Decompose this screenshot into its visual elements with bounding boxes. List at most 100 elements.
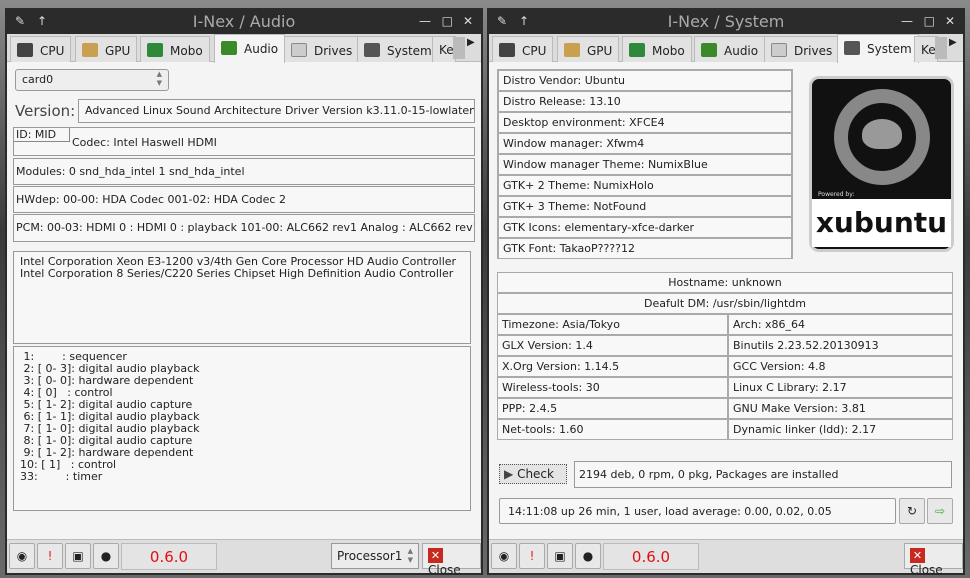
bug-report-button[interactable]: !: [519, 543, 545, 569]
detail-cell: GCC Version: 4.8: [728, 356, 953, 377]
cpu-icon: [17, 43, 33, 57]
tab-scroll-right[interactable]: ▶: [949, 37, 957, 48]
about-button[interactable]: ●: [93, 543, 119, 569]
card-value: card0: [22, 73, 54, 86]
tab-audio[interactable]: Audio: [214, 34, 286, 63]
modules: Modules: 0 snd_hda_intel 1 snd_hda_intel: [13, 158, 475, 185]
close-icon: ✕: [428, 548, 443, 563]
audio-icon: [701, 43, 717, 57]
tab-drives[interactable]: Drives: [764, 36, 840, 62]
titlebar[interactable]: ✎ ↑ I-Nex / System — □ ✕: [489, 10, 963, 34]
export-button[interactable]: ⇨: [927, 498, 953, 524]
tab-label: CPU: [522, 44, 547, 58]
tab-scroll-right[interactable]: ▶: [467, 37, 475, 48]
devices-text[interactable]: 1: : sequencer 2: [ 0- 3]: digital audio…: [13, 346, 471, 511]
tab-label: GPU: [105, 44, 131, 58]
tab-system[interactable]: System: [357, 36, 439, 62]
close-window-button[interactable]: ✕: [463, 14, 473, 28]
codec: Codec: Intel Haswell HDMI: [72, 136, 217, 149]
audio-icon: [221, 41, 237, 55]
tab-cpu[interactable]: CPU: [10, 36, 72, 62]
device-line: 33: : timer: [20, 470, 103, 483]
detail-cell: GNU Make Version: 3.81: [728, 398, 953, 419]
detail-cell: Arch: x86_64: [728, 314, 953, 335]
controllers-text[interactable]: Intel Corporation Xeon E3-1200 v3/4th Ge…: [13, 251, 471, 344]
info-row: Window manager: Xfwm4: [498, 133, 792, 154]
window-title: I-Nex / System: [667, 12, 785, 31]
logo-caption: Powered by:: [818, 191, 855, 198]
titlebar[interactable]: ✎ ↑ I-Nex / Audio — □ ✕: [7, 10, 481, 34]
drive-icon: [771, 43, 787, 57]
mouse-icon: [862, 119, 902, 149]
tab-cpu[interactable]: CPU: [492, 36, 554, 62]
minimize-button[interactable]: —: [419, 14, 431, 28]
info-row: Distro Release: 13.10: [498, 91, 792, 112]
about-button[interactable]: ●: [575, 543, 601, 569]
detail-cell: Timezone: Asia/Tokyo: [497, 314, 728, 335]
info-icon: [147, 43, 163, 57]
detail-cell: X.Org Version: 1.14.5: [497, 356, 728, 377]
tab-mobo[interactable]: Mobo: [140, 36, 210, 62]
tab-system[interactable]: System: [837, 34, 919, 63]
screenshot-button[interactable]: ▣: [547, 543, 573, 569]
card-select[interactable]: card0 ▲ ▼: [15, 69, 169, 91]
tab-label: Audio: [724, 44, 759, 58]
refresh-button[interactable]: ↻: [899, 498, 925, 524]
processor-select[interactable]: Processor1 ▲ ▼: [331, 543, 419, 569]
camera-button[interactable]: ◉: [9, 543, 35, 569]
detail-cell: Dynamic linker (ldd): 2.17: [728, 419, 953, 440]
tab-label: Mobo: [652, 44, 685, 58]
tab-bar: CPU GPU Mobo Audio Drives System Ke ▶: [489, 34, 963, 63]
info-icon: [629, 43, 645, 57]
tab-bar: CPU GPU Mobo Audio Drives System Ke ▶: [7, 34, 481, 63]
info-row: GTK+ 3 Theme: NotFound: [498, 196, 792, 217]
pcm: PCM: 00-03: HDMI 0 : HDMI 0 : playback 1…: [13, 214, 475, 242]
id-label: ID: MID: [14, 128, 70, 142]
detail-cell: Net-tools: 1.60: [497, 419, 728, 440]
tab-audio[interactable]: Audio: [694, 36, 766, 62]
camera-button[interactable]: ◉: [491, 543, 517, 569]
system-window: ✎ ↑ I-Nex / System — □ ✕ CPU GPU Mobo Au…: [487, 8, 965, 577]
tab-label: GPU: [587, 44, 613, 58]
tab-label: Drives: [794, 44, 833, 58]
tab-scroll-left[interactable]: [935, 37, 947, 59]
bug-report-button[interactable]: !: [37, 543, 63, 569]
minimize-button[interactable]: —: [901, 14, 913, 28]
screenshot-button[interactable]: ▣: [65, 543, 91, 569]
processor-value: Processor1: [337, 549, 403, 563]
tab-gpu[interactable]: GPU: [75, 36, 138, 62]
version-field: Advanced Linux Sound Architecture Driver…: [78, 99, 475, 123]
close-label: Close: [910, 563, 943, 577]
close-button[interactable]: ✕Close: [904, 543, 963, 577]
tab-label: Audio: [244, 42, 279, 56]
logo-text: xubuntu: [812, 199, 951, 247]
version-display: 0.6.0: [603, 543, 699, 570]
version-label: Version:: [15, 102, 76, 120]
controller-line: Intel Corporation 8 Series/C220 Series C…: [20, 267, 454, 280]
close-icon: ✕: [910, 548, 925, 563]
tab-label: Drives: [314, 44, 353, 58]
spin-arrows-icon: ▲ ▼: [156, 70, 162, 87]
close-button[interactable]: ✕Close: [422, 543, 481, 577]
id-codec-row: ID: MID Codec: Intel Haswell HDMI: [13, 127, 475, 156]
tab-label: CPU: [40, 44, 65, 58]
info-row: Window manager Theme: NumixBlue: [498, 154, 792, 175]
tab-drives[interactable]: Drives: [284, 36, 360, 62]
tab-mobo[interactable]: Mobo: [622, 36, 692, 62]
tab-scroll-left[interactable]: [453, 37, 465, 59]
gpu-icon: [82, 43, 98, 57]
tab-label: System: [867, 42, 912, 56]
tab-gpu[interactable]: GPU: [557, 36, 620, 62]
display-manager: Deafult DM: /usr/sbin/lightdm: [497, 293, 953, 314]
system-details-table: Hostname: unknown Deafult DM: /usr/sbin/…: [497, 272, 954, 442]
audio-window: ✎ ↑ I-Nex / Audio — □ ✕ CPU GPU Mobo Aud…: [5, 8, 483, 577]
check-button[interactable]: ▶ Check: [499, 464, 567, 484]
maximize-button[interactable]: □: [924, 14, 935, 28]
detail-cell: Binutils 2.23.52.20130913: [728, 335, 953, 356]
version-display: 0.6.0: [121, 543, 217, 570]
bottom-bar: ◉ ! ▣ ● 0.6.0 Processor1 ▲ ▼ ✕Close: [7, 539, 481, 577]
system-icon: [364, 43, 380, 57]
tab-label: Ke: [921, 43, 936, 57]
maximize-button[interactable]: □: [442, 14, 453, 28]
close-window-button[interactable]: ✕: [945, 14, 955, 28]
